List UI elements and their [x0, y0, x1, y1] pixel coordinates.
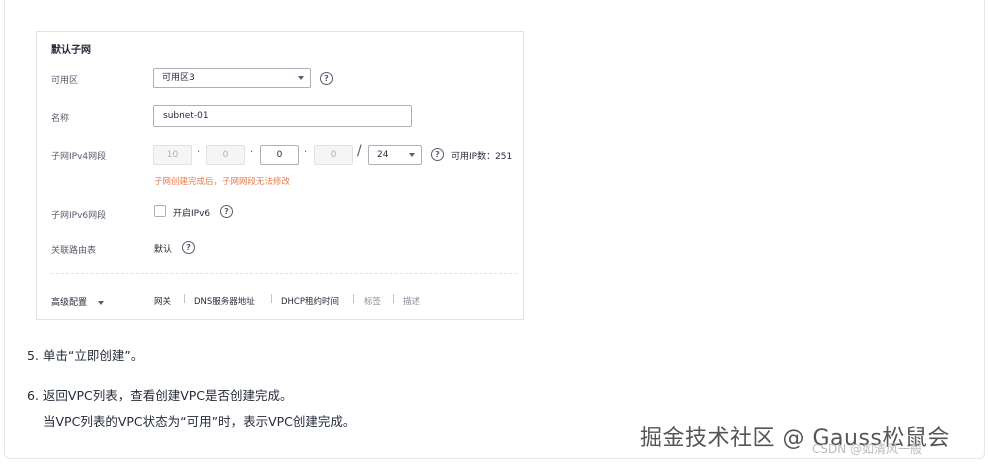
section-divider: [51, 273, 517, 274]
enable-ipv6-label[interactable]: 开启IPv6: [173, 206, 210, 219]
route-table-value: 默认: [154, 245, 173, 255]
mask-slash: /: [357, 143, 362, 159]
advanced-link-dns[interactable]: DNS服务器地址: [194, 295, 255, 307]
caret-down-icon: [409, 153, 415, 157]
caret-down-icon: [298, 76, 304, 80]
question-circle-icon[interactable]: ?: [431, 148, 444, 161]
octet-dot: ·: [250, 147, 254, 158]
question-circle-icon[interactable]: ?: [320, 72, 333, 85]
panel-title: 默认子网: [51, 45, 91, 56]
step-5-text: 5. 单击“立即创建”。: [27, 348, 144, 363]
advanced-settings-toggle[interactable]: 高级配置: [51, 295, 104, 308]
content-frame: 默认子网 可用区 可用区3 ? 名称 subnet-01 子网IPv4网段 10…: [4, 0, 985, 459]
advanced-settings-label: 高级配置: [51, 298, 88, 308]
advanced-link-tags[interactable]: 标签: [364, 295, 381, 307]
question-circle-icon[interactable]: ?: [220, 205, 233, 218]
watermark-secondary: CSDN @如清风一般: [812, 442, 923, 456]
question-circle-icon[interactable]: ?: [182, 241, 195, 254]
ipv4-octet-1[interactable]: 10: [153, 145, 192, 165]
ipv4-warning-note: 子网创建完成后，子网网段无法修改: [154, 177, 291, 187]
advanced-link-description[interactable]: 描述: [403, 295, 420, 307]
ipv4-octet-3[interactable]: 0: [260, 145, 299, 165]
octet-dot: ·: [197, 147, 201, 158]
ipv4-mask-select[interactable]: 24: [368, 145, 422, 165]
az-select-value: 可用区3: [162, 73, 195, 83]
step-6-detail: 当VPC列表的VPC状态为“可用”时，表示VPC创建完成。: [43, 414, 356, 429]
available-ip-count: 可用IP数：251: [451, 152, 513, 162]
enable-ipv6-checkbox[interactable]: [154, 205, 166, 217]
link-separator: |: [183, 294, 187, 304]
subnet-name-input[interactable]: subnet-01: [153, 105, 412, 127]
link-separator: |: [352, 294, 356, 304]
step-6-text: 6. 返回VPC列表，查看创建VPC是否创建完成。: [27, 388, 293, 403]
link-separator: |: [392, 294, 396, 304]
route-table-label: 关联路由表: [51, 246, 97, 256]
name-label: 名称: [51, 114, 70, 124]
advanced-link-dhcp[interactable]: DHCP租约时间: [281, 295, 339, 307]
ipv4-label: 子网IPv4网段: [51, 152, 107, 162]
az-select[interactable]: 可用区3: [153, 68, 311, 88]
az-label: 可用区: [51, 76, 79, 86]
link-separator: |: [270, 294, 274, 304]
octet-dot: ·: [304, 147, 308, 158]
ipv6-label: 子网IPv6网段: [51, 211, 107, 221]
ipv4-octet-4[interactable]: 0: [314, 145, 353, 165]
caret-down-icon: [97, 300, 104, 305]
mask-value: 24: [377, 150, 389, 160]
default-subnet-panel: 默认子网 可用区 可用区3 ? 名称 subnet-01 子网IPv4网段 10…: [36, 31, 524, 320]
ipv4-octet-2[interactable]: 0: [206, 145, 245, 165]
advanced-link-gateway[interactable]: 网关: [154, 295, 171, 307]
